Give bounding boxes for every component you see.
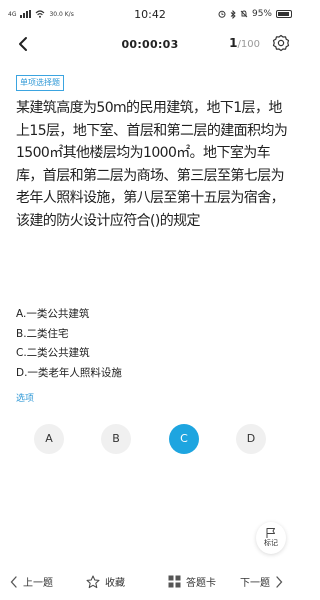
- gear-icon: [272, 34, 290, 52]
- option-c: C.二类公共建筑: [16, 347, 90, 359]
- options-label: 选项: [16, 394, 35, 404]
- prev-question-label: 上一题: [23, 578, 53, 589]
- bottom-bar: 上一题 收藏 答题卡 下一题: [0, 568, 300, 596]
- answer-choices: A B C D: [0, 424, 300, 454]
- option-d: D.一类老年人照料设施: [16, 366, 122, 379]
- header: 00:00:03 1/100: [0, 30, 300, 58]
- battery-icon: [276, 10, 292, 18]
- question-text: 某建筑高度为50m的民用建筑，地下1层，地上15层，地下室、首层和第二层的建面积…: [16, 100, 288, 229]
- current-question-number: 1: [229, 36, 238, 50]
- favorite-button[interactable]: 收藏: [86, 574, 125, 589]
- mute-icon: [240, 10, 248, 18]
- mark-button[interactable]: 标记: [256, 522, 286, 554]
- option-b: B.二类住宅: [16, 327, 69, 340]
- choice-c-button[interactable]: C: [169, 424, 199, 454]
- star-icon: [86, 575, 100, 588]
- prev-question-button[interactable]: 上一题: [10, 574, 53, 589]
- settings-button[interactable]: [272, 34, 290, 52]
- choice-a-button[interactable]: A: [34, 424, 64, 454]
- status-right: 95%: [218, 9, 292, 19]
- choice-d-button[interactable]: D: [236, 424, 266, 454]
- grid-icon: [168, 575, 181, 588]
- flag-icon: [266, 528, 275, 538]
- favorite-label: 收藏: [105, 578, 125, 589]
- next-question-button[interactable]: 下一题: [240, 574, 283, 589]
- chevron-left-icon: [10, 575, 17, 588]
- battery-percent: 95%: [251, 9, 272, 19]
- status-bar: 4G 30.0 K/s 10:42 95%: [0, 0, 300, 30]
- mark-label: 标记: [264, 539, 278, 547]
- answer-card-button[interactable]: 答题卡: [168, 574, 216, 589]
- chevron-right-icon: [276, 575, 283, 588]
- choice-b-button[interactable]: B: [101, 424, 131, 454]
- alarm-icon: [218, 10, 226, 18]
- option-a: A.一类公共建筑: [16, 308, 90, 320]
- total-questions: /100: [237, 39, 260, 50]
- answer-card-label: 答题卡: [186, 578, 216, 589]
- options-list: A.一类公共建筑 B.二类住宅 C.二类公共建筑 D.一类老年人照料设施: [16, 305, 276, 383]
- next-question-label: 下一题: [240, 578, 270, 589]
- bluetooth-icon: [230, 9, 236, 19]
- question-type-badge: 单项选择题: [16, 75, 64, 91]
- question-progress: 1/100: [229, 36, 260, 50]
